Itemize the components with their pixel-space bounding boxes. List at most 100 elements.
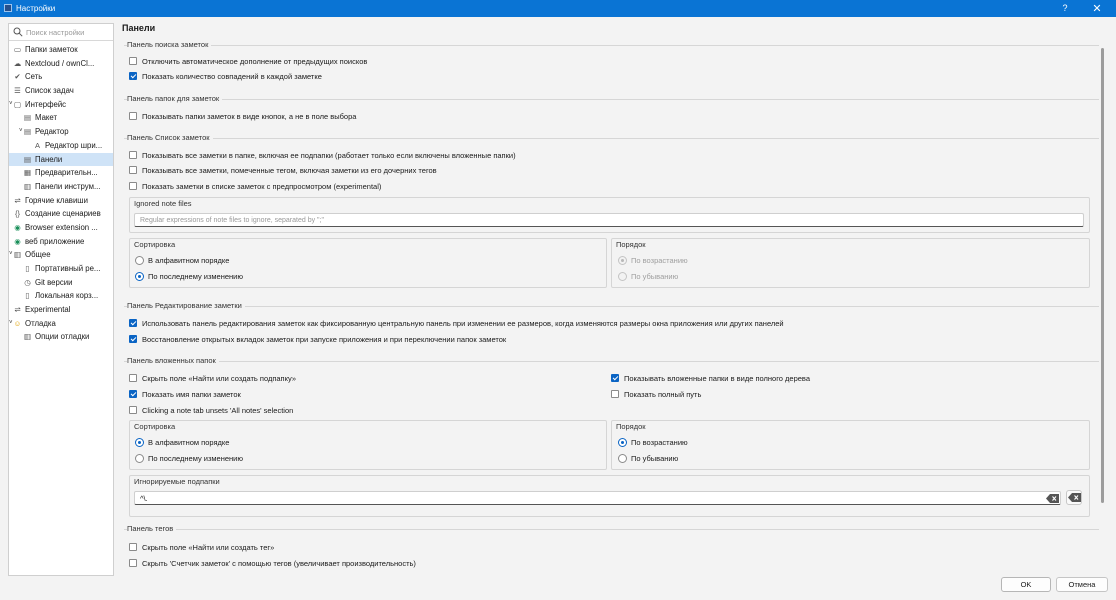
sidebar-item[interactable]: ˅ ▤ Редактор [9,125,113,139]
checkbox-box[interactable] [129,406,137,415]
checkbox-box[interactable] [129,559,137,568]
edit-panel-group: Панель Редактирование заметки [124,301,1099,310]
sidebar-item[interactable]: ▭ Папки заметок [9,43,113,57]
checkbox-box[interactable] [129,72,137,81]
checkbox-box[interactable] [129,335,137,344]
radio-button[interactable] [135,271,144,281]
subfolders-order-asc-radio[interactable]: По возрастанию [618,437,688,449]
show-full-path-checkbox[interactable]: Показать полный путь [611,389,701,401]
sidebar-item[interactable]: ⇌ Горячие клавиши [9,194,113,208]
radio-button[interactable] [618,437,627,447]
fixed-central-panel-checkbox[interactable]: Использовать панель редактирования замет… [129,318,784,330]
group-title: Панель поиска заметок [127,40,212,49]
sidebar-item-label: Макет [35,113,58,123]
hide-note-counter-checkbox[interactable]: Скрыть 'Счетчик заметок' с помощью тегов… [129,558,416,570]
radio-button[interactable] [135,255,144,265]
ignored-note-files-input[interactable]: Regular expressions of note files to ign… [134,213,1084,227]
sidebar-item[interactable]: ˅ ▥ Общее [9,248,113,262]
sidebar-item-label: Интерфейс [25,99,67,109]
subfolders-sort-modified-radio[interactable]: По последнему изменению [135,453,243,465]
sidebar-item[interactable]: ˅ ☺ Отладка [9,317,113,331]
sidebar-item-label: Experimental [25,305,71,315]
ignored-subfolders-input[interactable]: ^\. [134,491,1061,505]
sidebar-item[interactable]: ☁ Nextcloud / ownCl... [9,57,113,71]
sidebar-item[interactable]: ▯ Локальная корз... [9,289,113,303]
notes-list-panel-group: Панель Список заметок [124,133,1099,142]
checkbox-box[interactable] [129,374,137,383]
network-icon: ✔ [14,72,21,82]
sidebar-item[interactable]: ⇌ Experimental [9,303,113,317]
radio-button[interactable] [135,437,144,447]
clicking-tab-unsets-checkbox[interactable]: Clicking a note tab unsets 'All notes' s… [129,405,293,417]
clear-input-icon[interactable] [1046,494,1059,503]
sidebar-item[interactable]: ▤ Макет [9,111,113,125]
sidebar-item-label: Редактор шри... [45,140,103,150]
sidebar-item-label: Сеть [25,72,43,82]
show-folders-as-buttons-checkbox[interactable]: Показывать папки заметок в виде кнопок, … [129,111,356,123]
checklist-icon: ☰ [14,86,21,96]
subfolders-order-desc-radio[interactable]: По убыванию [618,453,678,465]
checkbox-box[interactable] [129,390,137,399]
sidebar-item[interactable]: ▤ Панели [9,152,113,167]
subfolders-sort-alpha-radio[interactable]: В алфавитном порядке [135,437,229,449]
group-title: Панель вложенных папок [127,356,219,365]
notes-sort-alpha-radio[interactable]: В алфавитном порядке [135,255,229,267]
sort-title: Сортировка [134,422,176,431]
sidebar-item[interactable]: ☰ Список задач [9,84,113,98]
notes-sort-modified-radio[interactable]: По последнему изменению [135,271,243,283]
sidebar-item[interactable]: ˅ ▢ Интерфейс [9,98,113,112]
sidebar-item-label: Горячие клавиши [25,195,88,205]
radio-button[interactable] [135,453,144,463]
debug-options-icon: ▥ [23,332,32,342]
checkbox-box[interactable] [129,319,137,328]
cloud-icon: ☁ [13,58,22,68]
close-button[interactable]: ✕ [1090,2,1104,15]
clear-button[interactable] [1066,490,1082,505]
search-input[interactable] [26,26,110,38]
sidebar-item[interactable]: ▯ Портативный ре... [9,262,113,276]
sidebar-item[interactable]: ▦ Предварительн... [9,166,113,180]
group-title: Панель тегов [127,524,177,533]
editor-icon: ▤ [23,127,32,137]
checkbox-box[interactable] [129,151,137,160]
order-title: Порядок [616,240,646,249]
cancel-button[interactable]: Отмена [1056,577,1108,592]
checkbox-box[interactable] [129,166,137,175]
ok-button[interactable]: OK [1001,577,1051,592]
vertical-scrollbar[interactable] [1101,48,1104,503]
checkbox-box[interactable] [611,374,619,383]
trash-icon: ▯ [25,291,30,301]
page-title: Панели [122,23,156,33]
font-icon: A [34,140,40,150]
sidebar-item[interactable]: ◉ веб приложение [9,235,113,249]
app-icon [4,4,12,12]
disable-autocomplete-checkbox[interactable]: Отключить автоматическое дополнение от п… [129,56,367,68]
checkbox-box[interactable] [611,390,619,399]
sidebar-item[interactable]: A Редактор шри... [9,139,113,153]
restore-tabs-checkbox[interactable]: Восстановление открытых вкладок заметок … [129,334,506,346]
show-full-tree-checkbox[interactable]: Показывать вложенные папки в виде полног… [611,373,810,385]
show-all-tagged-checkbox[interactable]: Показывать все заметки, помеченные тегом… [129,165,437,177]
sidebar-item[interactable]: ◷ Git версии [9,276,113,290]
show-preview-checkbox[interactable]: Показать заметки в списке заметок с пред… [129,181,381,193]
show-all-in-folder-checkbox[interactable]: Показывать все заметки в папке, включая … [129,150,516,162]
hide-find-tag-checkbox[interactable]: Скрыть поле «Найти или создать тег» [129,542,274,554]
settings-tree: ▭ Папки заметок ☁ Nextcloud / ownCl... ✔ Сеть… [9,43,113,344]
checkbox-box[interactable] [129,543,137,552]
show-match-count-checkbox[interactable]: Показать количество совпадений в каждой … [129,71,322,83]
sidebar-item[interactable]: ✔ Сеть [9,70,113,84]
hide-find-subfolder-checkbox[interactable]: Скрыть поле «Найти или создать подпапку» [129,373,296,385]
sidebar-item[interactable]: {} Создание сценариев [9,207,113,221]
toolbars-icon: ▥ [23,181,32,191]
sidebar-item-label: Nextcloud / ownCl... [25,58,95,68]
radio-button[interactable] [618,453,627,463]
sidebar-item[interactable]: ◉ Browser extension ... [9,221,113,235]
sidebar-item[interactable]: ▥ Панели инструм... [9,180,113,194]
checkbox-box[interactable] [129,112,137,121]
checkbox-box[interactable] [129,57,137,66]
checkbox-box[interactable] [129,182,137,191]
show-folder-name-checkbox[interactable]: Показать имя папки заметок [129,389,241,401]
group-title: Панель папок для заметок [127,94,223,103]
sidebar-item[interactable]: ▥ Опции отладки [9,330,113,344]
help-button[interactable]: ? [1058,3,1072,13]
